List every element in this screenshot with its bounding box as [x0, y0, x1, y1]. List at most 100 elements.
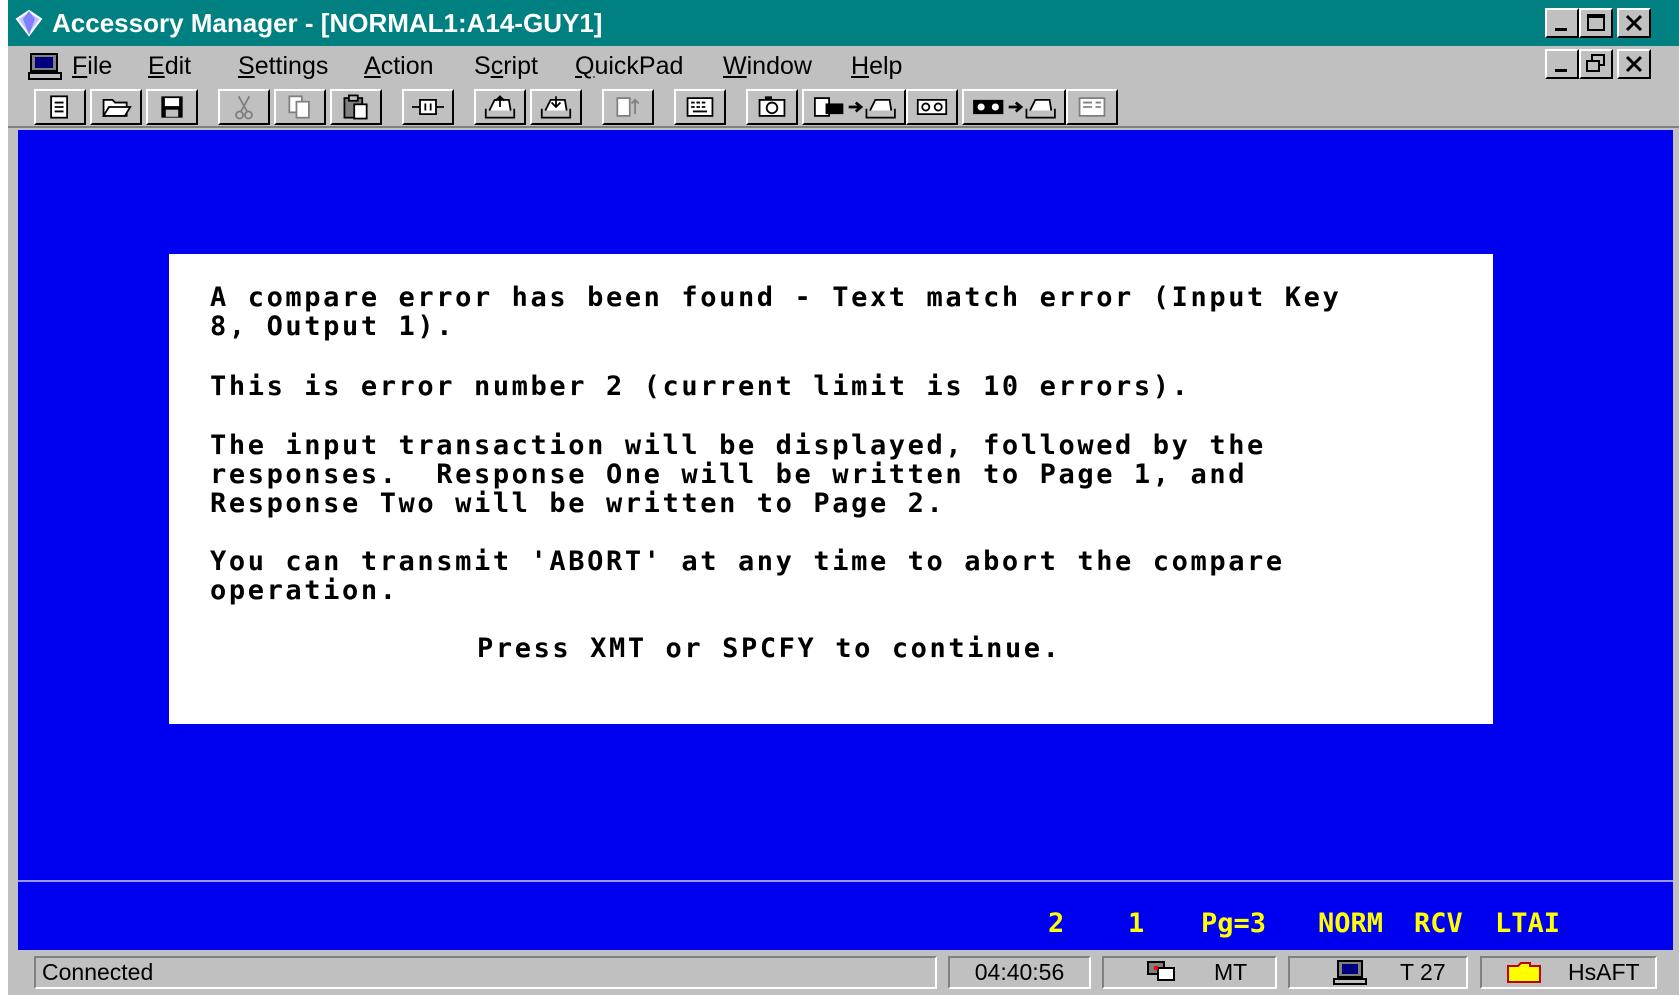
menu-accelerator: W	[723, 52, 747, 80]
menu-accelerator: c	[490, 52, 504, 80]
menu-label-rest: ript	[503, 52, 538, 80]
close-button[interactable]	[1617, 8, 1651, 38]
menu-accelerator: F	[72, 52, 88, 80]
status-ltai: LTAI	[1495, 908, 1561, 939]
restore-icon	[1586, 54, 1605, 72]
terminal-divider	[18, 880, 1673, 882]
tape-icon	[916, 99, 948, 115]
message-line: Response Two will be written to Page 2.	[210, 488, 946, 519]
copy-button[interactable]	[274, 89, 326, 125]
doc-minimize-button[interactable]	[1545, 49, 1579, 79]
terminal-icon	[1333, 960, 1367, 985]
hsaft-text: HsAFT	[1568, 959, 1640, 985]
cut-button[interactable]	[218, 89, 270, 125]
menu-file[interactable]: File	[70, 52, 114, 80]
menu-accelerator: H	[851, 52, 870, 80]
menu-label-rest: ile	[87, 52, 113, 80]
message-line: responses. Response One will be written …	[210, 459, 1248, 490]
status-col2: 1	[1128, 908, 1145, 939]
menu-accelerator: E	[148, 52, 165, 80]
clock-text: 04:40:56	[974, 959, 1065, 985]
open-button[interactable]	[90, 89, 142, 125]
save-button[interactable]	[146, 89, 198, 125]
keyboard-button[interactable]	[674, 89, 726, 125]
new-doc-icon	[50, 95, 68, 119]
cut-icon	[235, 95, 253, 120]
menu-label-rest: ction	[380, 52, 434, 80]
menu-label-rest: ettings	[254, 52, 329, 80]
menu-accelerator: S	[238, 52, 255, 80]
close-icon	[1625, 55, 1643, 73]
window-title: Accessory Manager - [NORMAL1:A14-GUY1]	[52, 8, 603, 38]
maximize-icon	[1587, 14, 1605, 31]
folder-icon	[1507, 962, 1541, 983]
terminal-panel[interactable]: T 27	[1288, 956, 1468, 989]
continue-prompt: Press XMT or SPCFY to continue.	[477, 633, 1062, 664]
message-line: operation.	[210, 575, 399, 606]
hsaft-panel[interactable]: HsAFT	[1480, 956, 1657, 989]
minimize-button[interactable]	[1545, 8, 1579, 38]
receive-tray-icon	[540, 96, 572, 119]
capture-to-tray-button[interactable]	[802, 89, 906, 125]
paste-button[interactable]	[330, 89, 382, 125]
message-line: This is error number 2 (current limit is…	[210, 371, 1191, 402]
capture-to-tray-icon	[814, 97, 896, 119]
terminal-screen[interactable]: A compare error has been found - Text ma…	[18, 130, 1673, 950]
paste-icon	[343, 94, 368, 120]
menu-action[interactable]: Action	[362, 52, 436, 80]
menu-accelerator: A	[364, 52, 381, 80]
status-bar: Connected 04:40:56 MT T 27 HsAFT	[8, 952, 1679, 995]
gem-app-icon[interactable]	[14, 8, 44, 38]
screen-icon	[1078, 97, 1106, 117]
maximize-button[interactable]	[1579, 8, 1613, 38]
toolbar	[8, 86, 1679, 128]
new-button[interactable]	[34, 89, 86, 125]
terminal-text: T 27	[1400, 959, 1446, 985]
menu-label-rest: indow	[746, 52, 812, 80]
doc-restore-button[interactable]	[1579, 49, 1613, 79]
menu-label-rest: dit	[164, 52, 192, 80]
menu-label-prefix: S	[474, 52, 491, 80]
status-mode: NORM	[1318, 908, 1384, 939]
menu-script[interactable]: Script	[472, 52, 540, 80]
connection-status: Connected	[34, 956, 937, 989]
mt-panel[interactable]: MT	[1102, 956, 1277, 989]
open-folder-icon	[101, 99, 132, 117]
terminal-doc-icon[interactable]	[28, 51, 62, 81]
save-disk-icon	[161, 96, 183, 118]
transmit-button[interactable]	[402, 89, 454, 125]
screen-button[interactable]	[1066, 89, 1118, 125]
menu-settings[interactable]: Settings	[236, 52, 330, 80]
menu-label-rest: elp	[869, 52, 903, 80]
network-icon	[1147, 961, 1175, 981]
connection-text: Connected	[42, 959, 154, 985]
status-col1: 2	[1048, 908, 1065, 939]
mt-text: MT	[1214, 959, 1248, 985]
page-button[interactable]	[602, 89, 654, 125]
record-to-tray-icon	[973, 99, 1056, 119]
doc-close-button[interactable]	[1617, 49, 1651, 79]
transmit-icon	[412, 99, 444, 115]
minimize-icon	[1555, 28, 1567, 31]
clock-panel: 04:40:56	[948, 956, 1091, 989]
menu-window[interactable]: Window	[721, 52, 814, 80]
receive-button[interactable]	[530, 89, 582, 125]
record-to-tray-button[interactable]	[962, 89, 1066, 125]
send-button[interactable]	[474, 89, 526, 125]
menu-label-rest: uickPad	[594, 52, 684, 80]
menu-accelerator: Q	[575, 52, 595, 80]
message-line: 8, Output 1).	[210, 311, 456, 342]
message-line: A compare error has been found - Text ma…	[210, 282, 1342, 313]
menu-edit[interactable]: Edit	[146, 52, 193, 80]
title-bar[interactable]: Accessory Manager - [NORMAL1:A14-GUY1]	[8, 0, 1679, 46]
minimize-icon	[1555, 69, 1567, 72]
copy-icon	[288, 95, 310, 119]
menu-help[interactable]: Help	[849, 52, 904, 80]
compare-error-message: A compare error has been found - Text ma…	[169, 254, 1493, 724]
status-rcv: RCV	[1414, 908, 1463, 939]
capture-button[interactable]	[746, 89, 798, 125]
menu-quickpad[interactable]: QuickPad	[573, 52, 685, 80]
camera-icon	[758, 96, 786, 117]
tape-button[interactable]	[906, 89, 958, 125]
message-line: The input transaction will be displayed,…	[210, 430, 1266, 461]
